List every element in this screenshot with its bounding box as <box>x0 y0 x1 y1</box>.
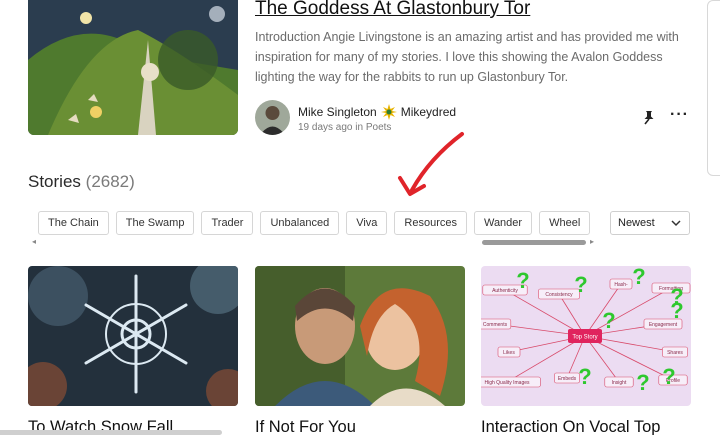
sparkle-badge-icon <box>380 104 397 120</box>
tag-filter-button[interactable]: Unbalanced <box>260 211 340 235</box>
svg-text:Embeds: Embeds <box>558 376 577 382</box>
question-mark-icon: ? <box>662 364 675 389</box>
featured-story-title[interactable]: The Goddess At Glastonbury Tor <box>255 0 530 20</box>
story-card[interactable]: To Watch Snow Fall <box>28 266 238 435</box>
tag-filter-button[interactable]: Trader <box>201 211 254 235</box>
tag-filter-button[interactable]: Viva <box>346 211 388 235</box>
featured-story-image[interactable] <box>28 0 238 135</box>
question-mark-icon: ? <box>602 308 615 333</box>
svg-text:Consistency: Consistency <box>545 292 573 298</box>
more-options-icon[interactable]: ··· <box>670 107 690 126</box>
story-card[interactable]: Authenticity Consistency Hash- Formatting Co… <box>481 266 691 435</box>
in-word: in <box>355 122 364 133</box>
pin-icon[interactable] <box>641 110 657 126</box>
stories-heading: Stories (2682) <box>28 172 135 192</box>
scroll-thumb[interactable] <box>482 240 586 245</box>
mindmap-node: Shares <box>662 346 688 358</box>
chevron-down-icon <box>671 212 681 243</box>
tag-filter-button[interactable]: Wander <box>473 211 533 235</box>
window-scrollbar[interactable] <box>0 430 222 435</box>
mindmap-node: Comments <box>481 318 512 330</box>
tag-filter-strip: The Chain The Swamp Trader Unbalanced Viva Re… <box>38 211 596 235</box>
svg-text:High Quality Images: High Quality Images <box>484 380 530 386</box>
svg-text:Likes: Likes <box>503 350 515 356</box>
card-image-snowflake[interactable] <box>28 266 238 406</box>
question-mark-icon: ? <box>574 272 587 297</box>
card-image-mindmap[interactable]: Authenticity Consistency Hash- Formatting Co… <box>481 266 691 406</box>
tag-filter-button[interactable]: Wheel <box>539 211 591 235</box>
tag-filter-button[interactable]: The Chain <box>38 211 109 235</box>
mindmap-node: Embeds <box>554 372 580 384</box>
annotation-arrow-icon <box>398 132 464 196</box>
svg-text:Insight: Insight <box>612 380 627 386</box>
author-line: Mike Singleton Mikeydred <box>298 104 456 120</box>
question-mark-icon: ? <box>636 370 649 395</box>
svg-text:Hash-: Hash- <box>614 282 628 288</box>
card-image-couple[interactable] <box>255 266 465 406</box>
question-mark-icon: ? <box>632 266 645 289</box>
sort-dropdown[interactable]: Newest <box>610 211 690 235</box>
story-meta: 19 days ago in Poets <box>298 122 391 133</box>
stories-heading-label: Stories <box>28 172 81 191</box>
community-link[interactable]: Poets <box>366 122 392 133</box>
tag-filter-button[interactable]: Resources <box>394 211 467 235</box>
mindmap-node: Hash- <box>609 278 633 290</box>
scroll-track <box>42 240 586 245</box>
mindmap-node: High Quality Images <box>481 376 541 388</box>
featured-story-excerpt: Introduction Angie Livingstone is an ama… <box>255 30 679 84</box>
question-mark-icon: ? <box>516 268 529 293</box>
svg-text:Authenticity: Authenticity <box>492 288 518 294</box>
story-card[interactable]: If Not For You <box>255 266 465 435</box>
author-name[interactable]: Mike Singleton <box>298 105 377 119</box>
svg-text:Shares: Shares <box>667 350 683 356</box>
tag-scrollbar[interactable]: ◂ ▸ <box>32 237 594 247</box>
svg-text:Comments: Comments <box>483 322 508 328</box>
author-handle[interactable]: Mikeydred <box>401 105 456 119</box>
scroll-left-icon[interactable]: ◂ <box>32 237 36 246</box>
side-panel-edge <box>707 0 720 176</box>
mindmap-node: Likes <box>497 346 521 358</box>
story-time: 19 days ago <box>298 122 353 133</box>
stories-count: (2682) <box>85 172 135 191</box>
svg-text:Engagement: Engagement <box>649 322 678 328</box>
sort-value: Newest <box>618 217 655 229</box>
scroll-right-icon[interactable]: ▸ <box>590 237 594 246</box>
card-title[interactable]: If Not For You <box>255 418 465 435</box>
card-title[interactable]: Interaction On Vocal Top <box>481 418 691 435</box>
question-mark-icon: ? <box>578 364 591 389</box>
mindmap-center-label: Top Story <box>572 335 597 341</box>
author-avatar[interactable] <box>255 100 290 135</box>
mindmap-node: Insight <box>604 376 634 388</box>
question-mark-icon: ? <box>670 284 683 309</box>
tag-filter-button[interactable]: The Swamp <box>115 211 195 235</box>
